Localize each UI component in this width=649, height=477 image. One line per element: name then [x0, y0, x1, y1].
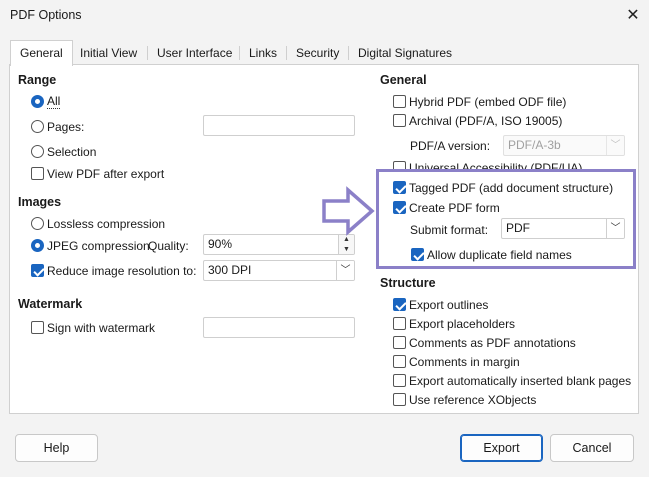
tab-user-interface[interactable]: User Interface [148, 41, 241, 65]
comments-margin-checkbox[interactable] [393, 355, 406, 368]
tab-digital-signatures[interactable]: Digital Signatures [349, 41, 461, 65]
range-selection-radio[interactable] [31, 145, 44, 158]
export-placeholders-label[interactable]: Export placeholders [409, 317, 515, 331]
comments-pdf-checkbox[interactable] [393, 336, 406, 349]
jpeg-label[interactable]: JPEG compression [47, 239, 150, 253]
resolution-value: 300 DPI [208, 263, 252, 277]
spin-down-icon[interactable]: ▼ [339, 245, 354, 255]
watermark-heading: Watermark [18, 297, 83, 311]
universal-accessibility-row[interactable]: Universal Accessibility (PDF/UA) [390, 159, 630, 169]
chevron-down-icon[interactable]: ﹀ [336, 261, 354, 280]
archival-checkbox[interactable] [393, 114, 406, 127]
hybrid-pdf-checkbox[interactable] [393, 95, 406, 108]
pdfa-version-value: PDF/A-3b [508, 138, 561, 152]
images-heading: Images [18, 195, 62, 209]
tab-initial-view[interactable]: Initial View [71, 41, 146, 65]
xobjects-label[interactable]: Use reference XObjects [409, 393, 536, 407]
range-all-label[interactable]: All [47, 94, 61, 109]
pdfa-version-combobox[interactable]: PDF/A-3b ﹀ [503, 135, 625, 156]
range-pages-radio[interactable] [31, 120, 44, 133]
quality-value: 90% [208, 237, 233, 251]
pdfa-version-label: PDF/A version: [410, 139, 491, 153]
export-outlines-label[interactable]: Export outlines [409, 298, 488, 312]
view-pdf-label[interactable]: View PDF after export [47, 167, 164, 181]
range-heading: Range [18, 73, 57, 87]
range-all-radio[interactable] [31, 95, 44, 108]
tab-links[interactable]: Links [240, 41, 286, 65]
comments-margin-label[interactable]: Comments in margin [409, 355, 520, 369]
range-selection-label[interactable]: Selection [47, 145, 96, 159]
universal-accessibility-checkbox[interactable] [393, 161, 406, 169]
pages-input[interactable] [203, 115, 355, 136]
cancel-button[interactable]: Cancel [550, 434, 634, 462]
comments-pdf-label[interactable]: Comments as PDF annotations [409, 336, 576, 350]
universal-accessibility-label[interactable]: Universal Accessibility (PDF/UA) [409, 161, 582, 169]
reduce-resolution-checkbox[interactable] [31, 264, 44, 277]
title-bar [0, 0, 649, 32]
lossless-radio[interactable] [31, 217, 44, 230]
export-button[interactable]: Export [460, 434, 543, 462]
spin-up-icon[interactable]: ▲ [339, 235, 354, 245]
chevron-down-icon[interactable]: ﹀ [606, 136, 624, 155]
quality-label: Quality: [148, 239, 189, 253]
export-placeholders-checkbox[interactable] [393, 317, 406, 330]
resolution-combobox[interactable]: 300 DPI ﹀ [203, 260, 355, 281]
watermark-checkbox[interactable] [31, 321, 44, 334]
archival-label[interactable]: Archival (PDF/A, ISO 19005) [409, 114, 562, 128]
watermark-input[interactable] [203, 317, 355, 338]
hybrid-pdf-label[interactable]: Hybrid PDF (embed ODF file) [409, 95, 566, 109]
highlight-box [376, 169, 636, 269]
arrow-right-icon [322, 186, 375, 236]
structure-heading: Structure [380, 276, 436, 290]
view-pdf-checkbox[interactable] [31, 167, 44, 180]
tab-general[interactable]: General [10, 40, 73, 66]
blank-pages-label[interactable]: Export automatically inserted blank page… [409, 374, 631, 388]
general-heading: General [380, 73, 427, 87]
xobjects-checkbox[interactable] [393, 393, 406, 406]
window-title: PDF Options [10, 8, 82, 22]
jpeg-radio[interactable] [31, 239, 44, 252]
lossless-label[interactable]: Lossless compression [47, 217, 165, 231]
quality-spin-buttons[interactable]: ▲ ▼ [338, 235, 354, 254]
close-icon[interactable]: ✕ [622, 5, 644, 27]
watermark-label[interactable]: Sign with watermark [47, 321, 155, 335]
tab-security[interactable]: Security [287, 41, 348, 65]
blank-pages-checkbox[interactable] [393, 374, 406, 387]
export-outlines-checkbox[interactable] [393, 298, 406, 311]
quality-spinbox[interactable]: 90% ▲ ▼ [203, 234, 355, 255]
reduce-resolution-label[interactable]: Reduce image resolution to: [47, 264, 196, 278]
help-button[interactable]: Help [15, 434, 98, 462]
range-pages-label[interactable]: Pages: [47, 120, 84, 134]
